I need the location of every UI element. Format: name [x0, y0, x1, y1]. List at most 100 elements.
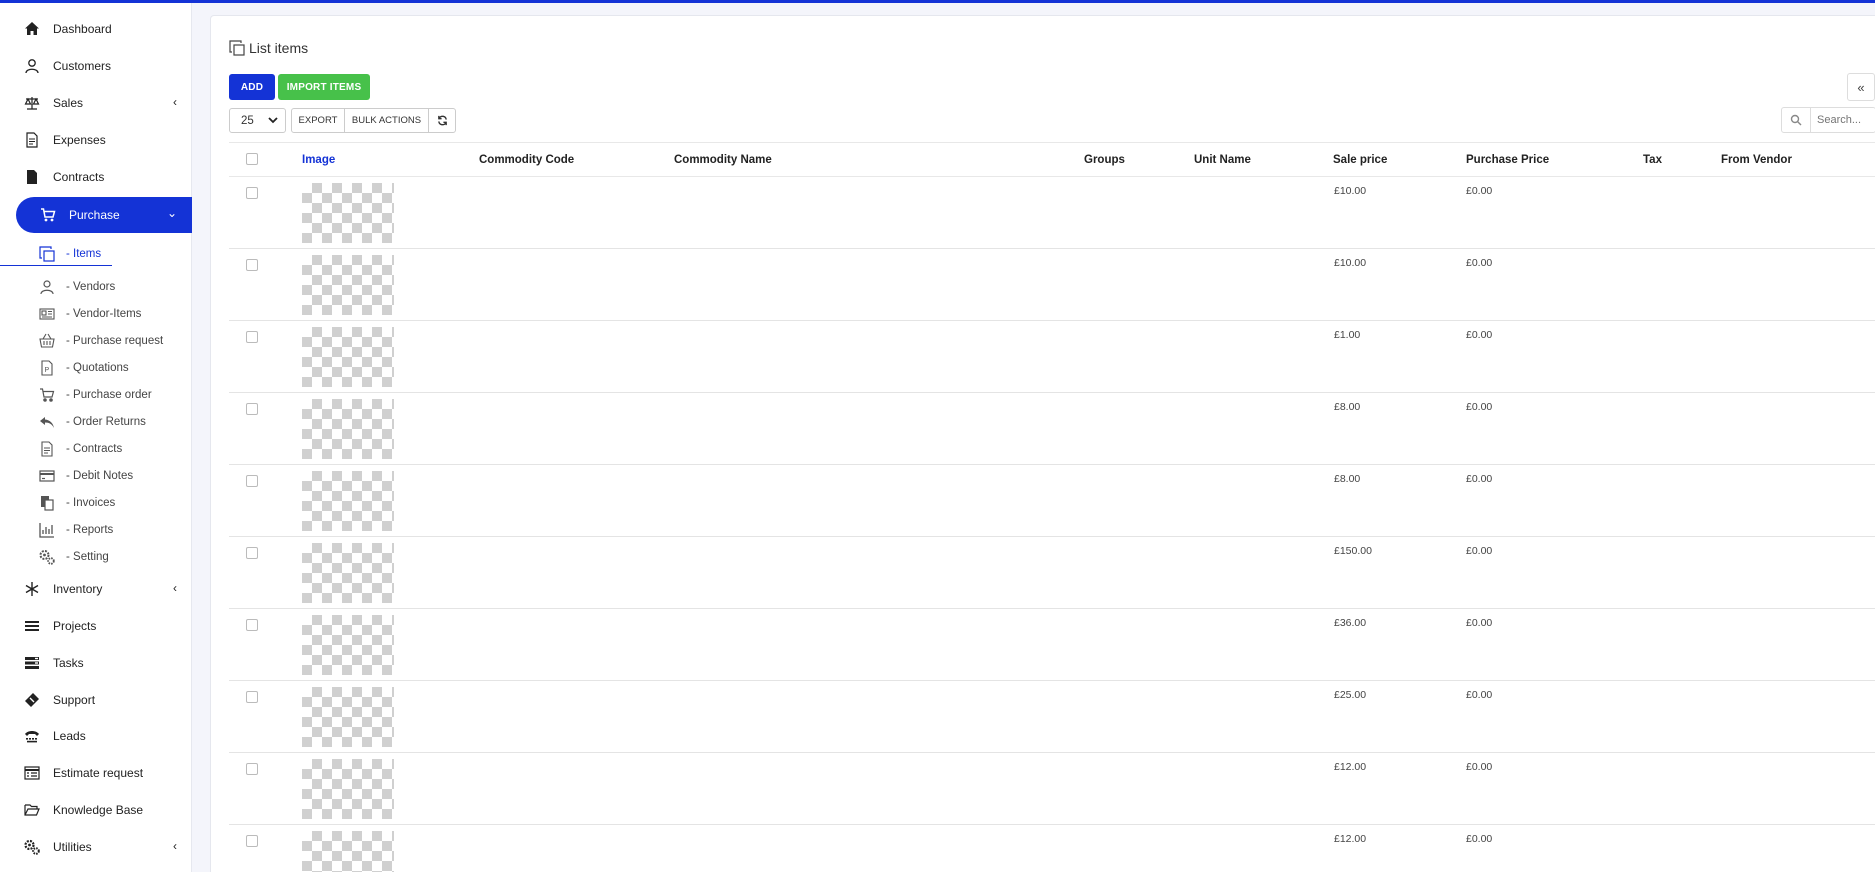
row-checkbox[interactable]: [246, 403, 258, 415]
row-checkbox[interactable]: [246, 187, 258, 199]
sidebar-item-customers[interactable]: Customers: [0, 49, 192, 83]
sidebar-item-label: Leads: [53, 729, 86, 743]
sidebar-subitem-vendors[interactable]: - Vendors: [38, 275, 115, 299]
select-all-checkbox[interactable]: [246, 153, 258, 165]
sidebar-subitem-items[interactable]: - Items: [0, 242, 112, 266]
sidebar-subitem-reports[interactable]: - Reports: [38, 518, 113, 542]
table-row: £10.00 £0.00: [229, 249, 1875, 321]
row-checkbox[interactable]: [246, 475, 258, 487]
page-size-value: 25: [241, 114, 254, 127]
list-alt-icon: [22, 764, 42, 782]
refresh-icon: [437, 115, 447, 126]
column-header-purchase-price[interactable]: Purchase Price: [1466, 154, 1549, 166]
row-checkbox[interactable]: [246, 763, 258, 775]
sidebar-item-label: Purchase: [69, 208, 120, 222]
column-header-unit-name[interactable]: Unit Name: [1194, 154, 1251, 166]
sidebar-item-contracts[interactable]: Contracts: [0, 160, 192, 194]
sidebar-item-purchase[interactable]: Purchase ⌄: [16, 197, 192, 233]
sidebar-item-label: Support: [53, 693, 96, 707]
sidebar-subitem-quotations[interactable]: P - Quotations: [38, 356, 129, 380]
newspaper-icon: [38, 305, 56, 323]
svg-text:P: P: [45, 367, 50, 374]
chevron-left-icon: ‹: [173, 839, 177, 853]
sidebar-item-tasks[interactable]: Tasks: [0, 646, 192, 680]
purchase-price-cell: £0.00: [1466, 833, 1493, 845]
credit-card-icon: [38, 467, 56, 485]
sidebar-subitem-purchase-request[interactable]: - Purchase request: [38, 329, 163, 353]
refresh-button[interactable]: [428, 108, 456, 133]
column-header-from-vendor[interactable]: From Vendor: [1721, 154, 1792, 166]
commodity-name-cell: [663, 609, 953, 680]
sidebar-item-expenses[interactable]: Expenses: [0, 123, 192, 157]
search-input[interactable]: [1811, 108, 1875, 132]
purchase-price-cell: £0.00: [1466, 185, 1493, 197]
table-row: £150.00 £0.00: [229, 537, 1875, 609]
table-row: £12.00 £0.00: [229, 825, 1875, 872]
column-header-tax[interactable]: Tax: [1643, 154, 1662, 166]
purchase-price-cell: £0.00: [1466, 257, 1493, 269]
sidebar-subitem-vendor-items[interactable]: - Vendor-Items: [38, 302, 141, 326]
item-image-placeholder: [302, 327, 394, 387]
sidebar-subitem-label: - Vendor-Items: [66, 308, 142, 320]
search-icon: [1782, 108, 1811, 132]
sidebar: Dashboard Customers Sales ‹ Expenses Con…: [0, 3, 192, 872]
chevron-left-icon: ‹: [173, 95, 177, 109]
table-row: £12.00 £0.00: [229, 753, 1875, 825]
row-checkbox[interactable]: [246, 619, 258, 631]
sidebar-subitem-label: - Debit Notes: [66, 470, 134, 482]
row-checkbox[interactable]: [246, 331, 258, 343]
row-checkbox[interactable]: [246, 547, 258, 559]
collapse-toggle-button[interactable]: «: [1847, 73, 1875, 101]
sale-price-cell: £36.00: [1334, 617, 1367, 629]
page-size-select[interactable]: 25: [229, 108, 286, 133]
sidebar-item-leads[interactable]: Leads: [0, 719, 192, 753]
sidebar-subitem-order-returns[interactable]: - Order Returns: [38, 410, 146, 434]
sidebar-subitem-label: - Invoices: [66, 497, 116, 509]
column-header-image[interactable]: Image: [302, 154, 335, 166]
user-icon: [38, 278, 56, 296]
sidebar-subitem-debit-notes[interactable]: - Debit Notes: [38, 464, 133, 488]
sidebar-item-support[interactable]: Support: [0, 683, 192, 717]
column-header-commodity-name[interactable]: Commodity Name: [674, 154, 772, 166]
commodity-name-cell: [663, 825, 953, 872]
sidebar-item-label: Tasks: [53, 656, 84, 670]
sidebar-item-sales[interactable]: Sales ‹: [0, 86, 192, 120]
purchase-price-cell: £0.00: [1466, 545, 1493, 557]
sidebar-subitem-setting[interactable]: - Setting: [38, 545, 109, 569]
row-checkbox[interactable]: [246, 259, 258, 271]
sidebar-subitem-purchase-order[interactable]: - Purchase order: [38, 383, 152, 407]
sidebar-item-projects[interactable]: Projects: [0, 609, 192, 643]
cart-plus-icon: [38, 386, 56, 404]
items-table: Image Commodity Code Commodity Name Grou…: [229, 142, 1875, 872]
column-header-groups[interactable]: Groups: [1084, 154, 1125, 166]
gears-icon: [38, 548, 56, 566]
row-checkbox[interactable]: [246, 835, 258, 847]
item-image-placeholder: [302, 399, 394, 459]
sidebar-item-label: Sales: [53, 96, 84, 110]
row-checkbox[interactable]: [246, 691, 258, 703]
export-button[interactable]: EXPORT: [291, 108, 345, 133]
add-button[interactable]: ADD: [229, 74, 275, 100]
chevron-down-icon: ⌄: [166, 206, 177, 220]
import-items-button[interactable]: IMPORT ITEMS: [278, 74, 370, 100]
sidebar-item-inventory[interactable]: Inventory ‹: [0, 572, 192, 606]
balance-scale-icon: [22, 94, 42, 112]
sidebar-item-label: Knowledge Base: [53, 803, 144, 817]
sale-price-cell: £10.00: [1334, 185, 1367, 197]
sidebar-item-dashboard[interactable]: Dashboard: [0, 12, 192, 46]
sidebar-subitem-invoices[interactable]: - Invoices: [38, 491, 115, 515]
sidebar-item-utilities[interactable]: Utilities ‹: [0, 830, 192, 864]
commodity-name-cell: [663, 681, 953, 752]
sale-price-cell: £10.00: [1334, 257, 1367, 269]
bulk-actions-button[interactable]: BULK ACTIONS: [344, 108, 429, 133]
sidebar-item-estimate-request[interactable]: Estimate request: [0, 756, 192, 790]
column-header-sale-price[interactable]: Sale price: [1333, 154, 1387, 166]
invoice-icon: [38, 494, 56, 512]
column-header-commodity-code[interactable]: Commodity Code: [479, 154, 574, 166]
ticket-icon: [22, 691, 42, 709]
sidebar-subitem-label: - Quotations: [66, 362, 129, 374]
sidebar-subitem-contracts[interactable]: - Contracts: [38, 437, 122, 461]
purchase-price-cell: £0.00: [1466, 401, 1493, 413]
item-image-placeholder: [302, 183, 394, 243]
sidebar-item-knowledge-base[interactable]: Knowledge Base: [0, 793, 192, 827]
